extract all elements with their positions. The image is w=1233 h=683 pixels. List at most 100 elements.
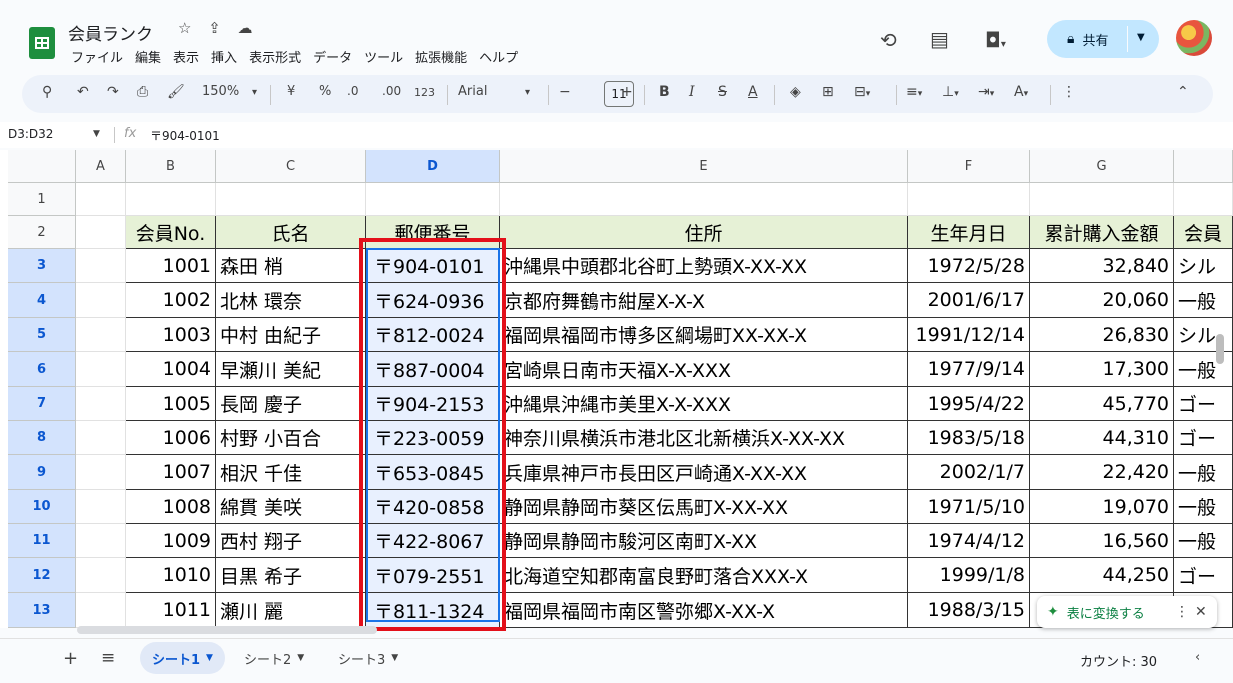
table-header-cell[interactable]: 郵便番号 [366, 216, 500, 249]
table-header-cell[interactable]: 累計購入金額 [1030, 216, 1174, 249]
menu-help[interactable]: ヘルプ [478, 47, 519, 66]
selection-count[interactable]: カウント: 30 [1080, 651, 1157, 670]
table-cell[interactable]: 1991/12/14 [908, 318, 1030, 352]
table-cell[interactable]: 瀬川 麗 [216, 593, 366, 628]
grid-cell[interactable] [76, 490, 126, 524]
name-box[interactable]: D3:D32 [8, 127, 53, 141]
table-cell[interactable]: 32,840 [1030, 249, 1174, 283]
grid-cell[interactable] [76, 216, 126, 249]
table-cell[interactable]: 1972/5/28 [908, 249, 1030, 283]
menu-data[interactable]: データ [312, 47, 353, 66]
table-cell[interactable]: 兵庫県神戸市長田区戸崎通X-XX-XX [500, 455, 908, 490]
row-header-12[interactable]: 12 [8, 558, 76, 593]
table-cell[interactable]: 神奈川県横浜市港北区北新横浜X-XX-XX [500, 421, 908, 455]
table-cell[interactable]: 一般 [1174, 524, 1233, 558]
table-cell[interactable]: 〒223-0059 [366, 421, 500, 455]
more-icon[interactable]: ⋮ [1175, 604, 1189, 620]
more-formats-button[interactable]: 123 [414, 86, 435, 99]
row-header-9[interactable]: 9 [8, 455, 76, 490]
undo-icon[interactable]: ↶ [77, 84, 89, 100]
table-cell[interactable]: 一般 [1174, 352, 1233, 387]
search-icon[interactable]: ⚲ [42, 84, 52, 100]
grid-cell[interactable] [366, 183, 500, 216]
table-cell[interactable]: 〒904-0101 [366, 249, 500, 283]
table-cell[interactable]: 〒887-0004 [366, 352, 500, 387]
comments-icon[interactable]: ▤ [930, 27, 949, 51]
document-title[interactable]: 会員ランク [68, 20, 153, 45]
table-cell[interactable]: 1002 [126, 283, 216, 318]
grid-cell[interactable] [1030, 183, 1174, 216]
title-action-icons[interactable]: ☆ ⇪ ☁ [178, 19, 259, 37]
history-icon[interactable]: ⟲ [880, 28, 897, 52]
table-cell[interactable]: 〒422-8067 [366, 524, 500, 558]
strikethrough-button[interactable]: S [718, 84, 727, 100]
convert-to-table-chip[interactable]: ✦ 表に変換する ⋮ ✕ [1037, 596, 1217, 628]
table-cell[interactable]: 相沢 千佳 [216, 455, 366, 490]
table-cell[interactable]: 〒624-0936 [366, 283, 500, 318]
table-cell[interactable]: 村野 小百合 [216, 421, 366, 455]
table-header-cell[interactable]: 住所 [500, 216, 908, 249]
table-cell[interactable]: 20,060 [1030, 283, 1174, 318]
row-header-10[interactable]: 10 [8, 490, 76, 524]
collapse-side-icon[interactable]: ‹ [1195, 650, 1200, 665]
grid-cell[interactable] [76, 318, 126, 352]
table-cell[interactable]: 福岡県福岡市博多区綱場町XX-XX-X [500, 318, 908, 352]
table-cell[interactable]: 〒811-1324 [366, 593, 500, 628]
table-cell[interactable]: 北林 環奈 [216, 283, 366, 318]
table-cell[interactable]: 1011 [126, 593, 216, 628]
table-cell[interactable]: 中村 由紀子 [216, 318, 366, 352]
grid-cell[interactable] [76, 421, 126, 455]
menu-tools[interactable]: ツール [363, 47, 404, 66]
column-header-b[interactable]: B [126, 150, 216, 183]
meet-icon[interactable]: ◘▾ [985, 28, 1006, 52]
table-cell[interactable]: 1001 [126, 249, 216, 283]
row-header-2[interactable]: 2 [8, 216, 76, 249]
table-cell[interactable]: シル [1174, 249, 1233, 283]
table-cell[interactable]: 〒812-0024 [366, 318, 500, 352]
redo-icon[interactable]: ↷ [107, 84, 119, 100]
row-header-11[interactable]: 11 [8, 524, 76, 558]
table-cell[interactable]: 北海道空知郡南富良野町落合XXX-X [500, 558, 908, 593]
table-header-cell[interactable]: 生年月日 [908, 216, 1030, 249]
sheets-logo-icon[interactable] [29, 27, 55, 59]
table-cell[interactable]: 一般 [1174, 490, 1233, 524]
column-header-g[interactable]: G [1030, 150, 1174, 183]
table-cell[interactable]: 44,250 [1030, 558, 1174, 593]
table-cell[interactable]: ゴー [1174, 558, 1233, 593]
table-cell[interactable]: ゴー [1174, 387, 1233, 421]
column-header-a[interactable]: A [76, 150, 126, 183]
chevron-down-icon[interactable]: ▼ [93, 129, 100, 139]
table-cell[interactable]: 静岡県静岡市葵区伝馬町X-XX-XX [500, 490, 908, 524]
table-cell[interactable]: 17,300 [1030, 352, 1174, 387]
table-cell[interactable]: 沖縄県中頭郡北谷町上勢頭X-XX-XX [500, 249, 908, 283]
grid-cell[interactable] [76, 249, 126, 283]
italic-button[interactable]: I [689, 84, 695, 100]
share-dropdown-icon[interactable]: ▼ [1137, 32, 1145, 43]
table-cell[interactable]: 〒904-2153 [366, 387, 500, 421]
decrease-decimal-button[interactable]: .0 [347, 84, 358, 98]
table-cell[interactable]: 1009 [126, 524, 216, 558]
currency-button[interactable]: ¥ [287, 84, 295, 99]
menu-extensions[interactable]: 拡張機能 [414, 47, 468, 66]
table-cell[interactable]: シル [1174, 318, 1233, 352]
grid-cell[interactable] [500, 183, 908, 216]
column-header-h[interactable] [1174, 150, 1233, 183]
table-cell[interactable]: 福岡県福岡市南区警弥郷X-XX-X [500, 593, 908, 628]
merge-cells-icon[interactable]: ⊟▾ [854, 84, 870, 100]
select-all-corner[interactable] [8, 150, 76, 183]
table-cell[interactable]: 1006 [126, 421, 216, 455]
table-cell[interactable]: 1999/1/8 [908, 558, 1030, 593]
close-icon[interactable]: ✕ [1195, 604, 1207, 620]
print-icon[interactable]: ⎙ [137, 84, 148, 100]
avatar[interactable] [1176, 20, 1212, 56]
grid-cell[interactable] [76, 183, 126, 216]
grid-cell[interactable] [1174, 183, 1233, 216]
table-cell[interactable]: 16,560 [1030, 524, 1174, 558]
text-rotation-icon[interactable]: A▾ [1014, 84, 1028, 100]
column-header-d[interactable]: D [366, 150, 500, 183]
table-cell[interactable]: 19,070 [1030, 490, 1174, 524]
font-select[interactable]: Arial [458, 84, 487, 99]
table-cell[interactable]: 綿貫 美咲 [216, 490, 366, 524]
table-cell[interactable]: 1971/5/10 [908, 490, 1030, 524]
table-cell[interactable]: 1007 [126, 455, 216, 490]
